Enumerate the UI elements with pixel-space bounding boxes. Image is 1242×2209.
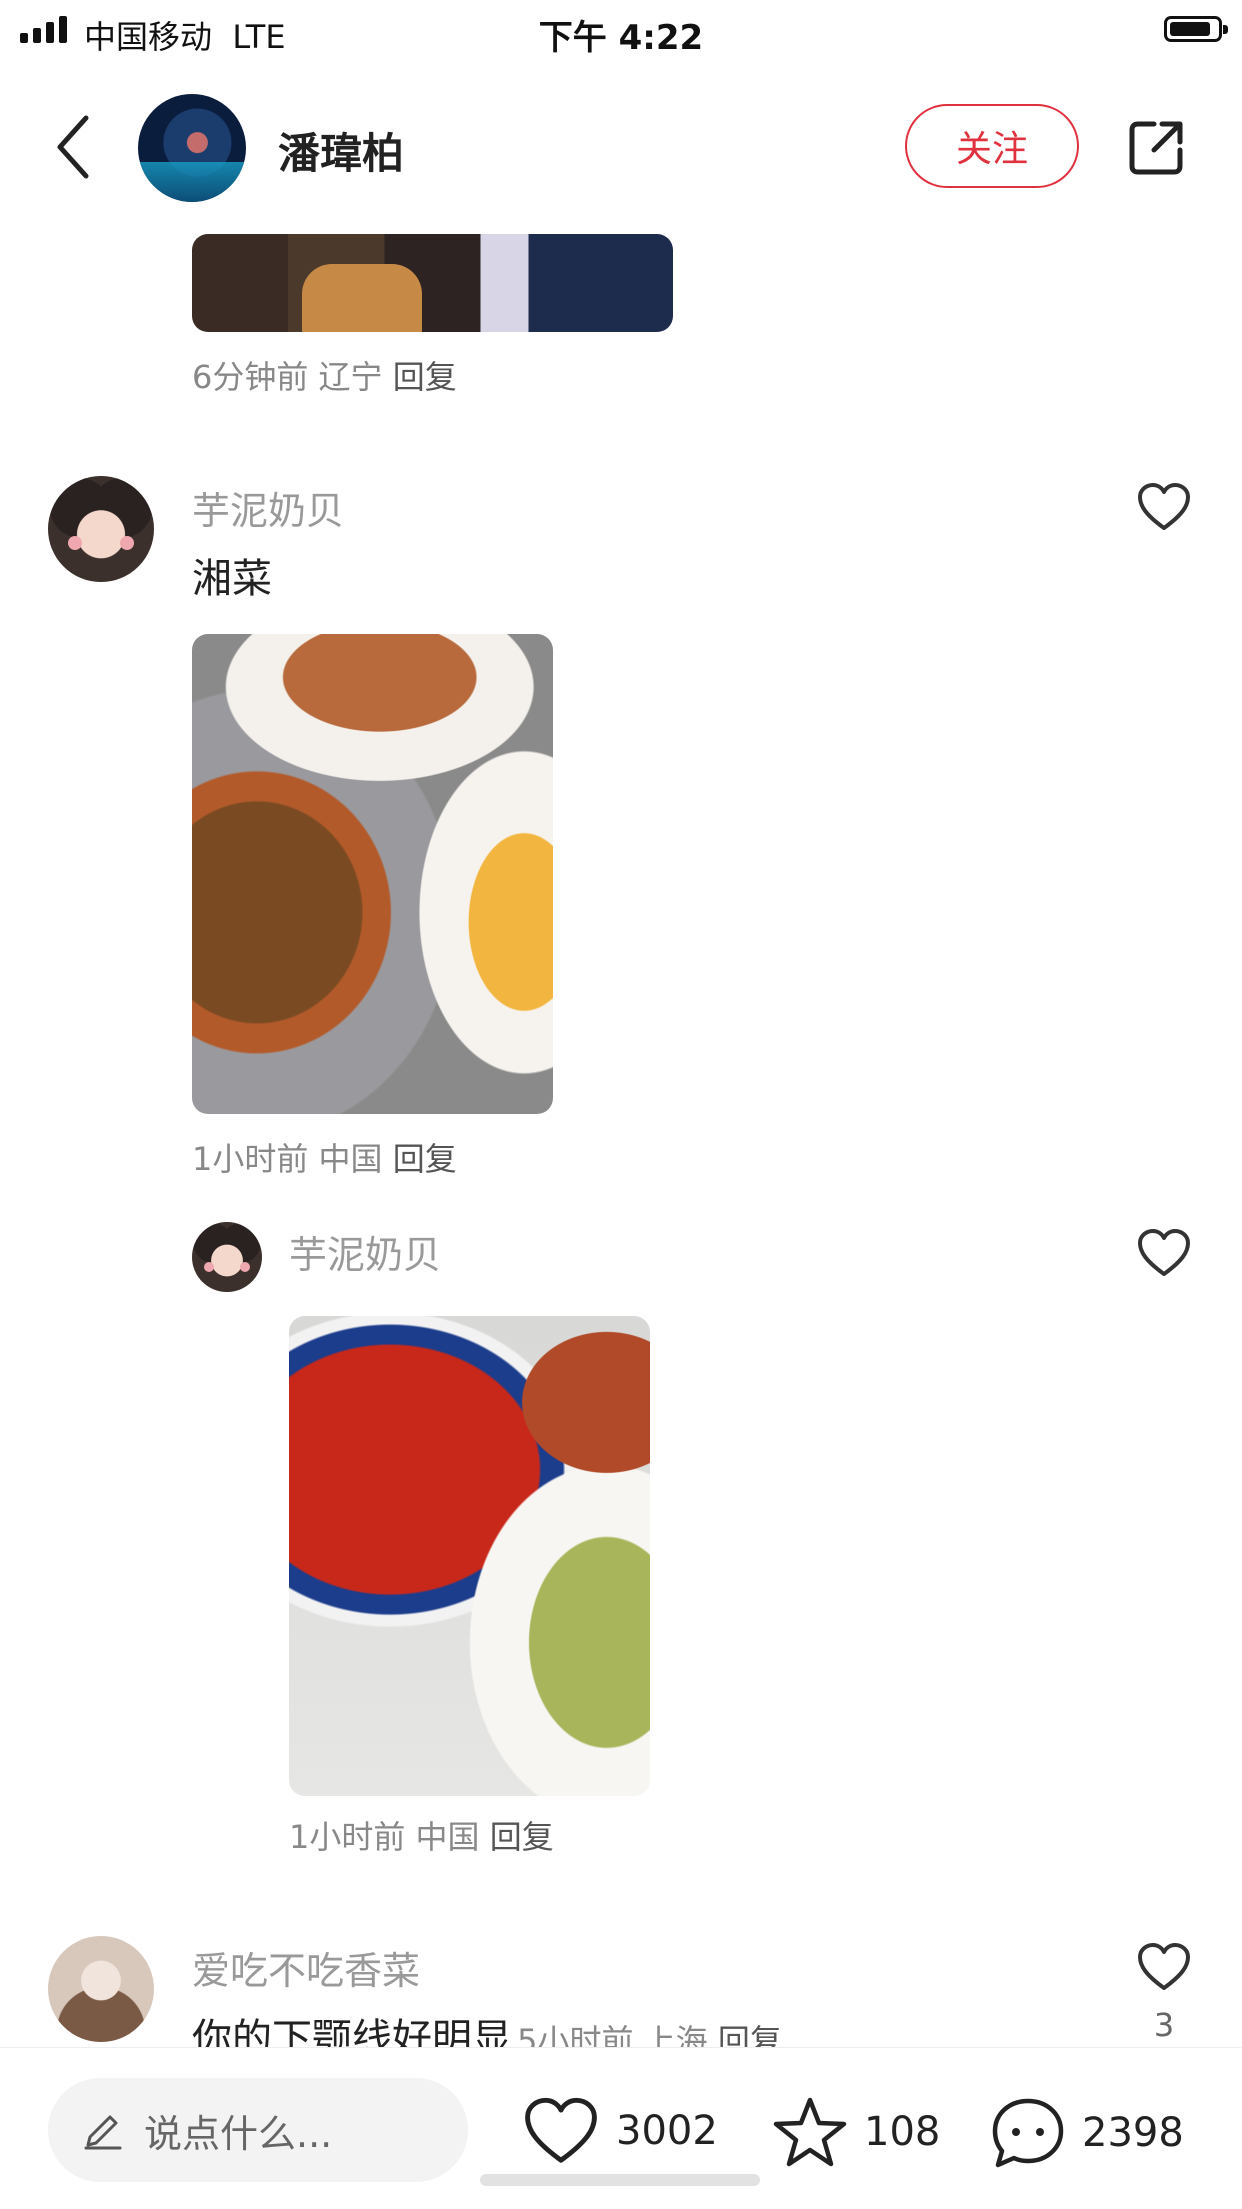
commenter-name[interactable]: 芋泥奶贝	[192, 480, 344, 535]
clock: 下午 4:22	[538, 18, 704, 58]
commenter-avatar[interactable]	[192, 1222, 262, 1292]
favorite-count: 108	[864, 2109, 941, 2155]
comment-image[interactable]	[192, 634, 553, 1114]
reply-button[interactable]: 回复	[393, 1140, 457, 1178]
comment-meta: 1小时前 中国 回复	[289, 1818, 554, 1856]
input-placeholder: 说点什么...	[144, 2111, 333, 2156]
comment-button[interactable]: 2398	[990, 2096, 1184, 2170]
comment-count: 2398	[1082, 2110, 1184, 2156]
comment-image[interactable]	[192, 234, 673, 332]
favorite-button[interactable]: 108	[772, 2096, 940, 2168]
comment-input[interactable]: 说点什么...	[48, 2078, 468, 2182]
star-icon	[773, 2097, 847, 2167]
like-count: 3002	[616, 2108, 718, 2154]
back-icon[interactable]	[52, 112, 92, 182]
author-avatar[interactable]	[138, 94, 246, 202]
heart-icon[interactable]	[1136, 1228, 1192, 1278]
like-button[interactable]: 3002	[522, 2096, 718, 2166]
home-indicator[interactable]	[480, 2174, 760, 2186]
commenter-name[interactable]: 芋泥奶贝	[289, 1224, 441, 1279]
author-name[interactable]: 潘瑋柏	[278, 120, 404, 181]
comment-meta: 6分钟前 辽宁 回复	[192, 358, 457, 396]
commenter-avatar[interactable]	[48, 1936, 154, 2042]
comment-text: 湘菜	[192, 556, 272, 602]
share-icon[interactable]	[1124, 116, 1188, 180]
pen-icon	[82, 2109, 124, 2151]
reply-button[interactable]: 回复	[393, 358, 457, 396]
heart-icon[interactable]	[1136, 482, 1192, 532]
heart-icon[interactable]	[1136, 1942, 1192, 1992]
comment-icon	[992, 2098, 1064, 2168]
heart-icon	[525, 2097, 597, 2163]
commenter-name[interactable]: 爱吃不吃香菜	[192, 1940, 420, 1995]
follow-button[interactable]: 关注	[905, 104, 1079, 188]
comment-image[interactable]	[289, 1316, 650, 1796]
battery-icon	[1164, 16, 1228, 42]
commenter-avatar[interactable]	[48, 476, 154, 582]
reply-button[interactable]: 回复	[490, 1818, 554, 1856]
like-count: 3	[1153, 2006, 1175, 2044]
status-bar: 中国移动 LTE 下午 4:22	[0, 0, 1242, 62]
comment-meta: 1小时前 中国 回复	[192, 1140, 457, 1178]
